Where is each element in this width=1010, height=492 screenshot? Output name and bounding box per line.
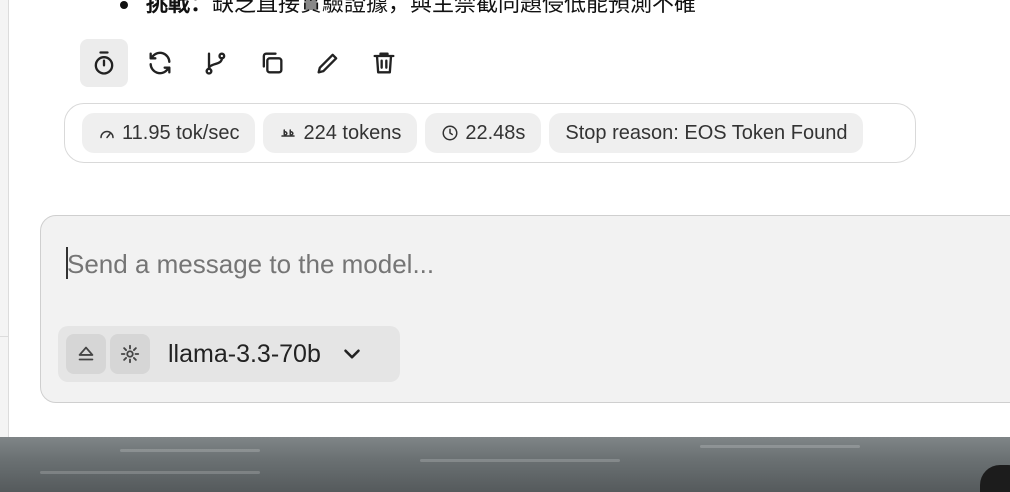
message-composer: llama-3.3-70b: [40, 215, 1010, 403]
chevron-down-icon[interactable]: [339, 341, 365, 367]
gear-icon: [120, 344, 140, 364]
tokens-chip: 224 tokens: [263, 113, 418, 153]
gauge-icon: [100, 130, 114, 139]
speed-value: 11.95 tok/sec: [122, 121, 240, 144]
copy-button[interactable]: [248, 39, 296, 87]
message-bullet: 挑戰：缺乏直接實驗證據，與主禁截同題侵低能預測不確: [120, 0, 696, 18]
stop-reason-value: Stop reason: EOS Token Found: [565, 121, 848, 144]
eject-icon: [78, 346, 94, 361]
background-photo: [0, 437, 1010, 492]
tokens-icon: [281, 129, 296, 137]
delete-icon: [373, 52, 395, 74]
sidebar-edge: [0, 0, 9, 437]
rock-shape: [980, 465, 1010, 492]
model-name[interactable]: llama-3.3-70b: [168, 340, 321, 369]
bullet-dot: [120, 1, 128, 10]
regenerate-icon: [149, 51, 171, 75]
model-settings-button[interactable]: [110, 334, 150, 374]
regenerate-button[interactable]: [136, 39, 184, 87]
delete-button[interactable]: [360, 39, 408, 87]
edit-button[interactable]: [304, 39, 352, 87]
message-input[interactable]: [67, 246, 967, 282]
time-value: 22.48s: [465, 121, 526, 144]
branch-button[interactable]: [192, 39, 240, 87]
timer-button[interactable]: [80, 39, 128, 87]
timer-icon: [94, 51, 114, 75]
edit-icon: [317, 53, 338, 74]
bullet-text: 缺乏直接實驗證據，與主禁截同題侵低能預測不確: [212, 0, 697, 16]
message-actions: [80, 39, 416, 87]
stop-reason-chip: Stop reason: EOS Token Found: [549, 113, 864, 153]
eject-model-button[interactable]: [66, 334, 106, 374]
model-selector-bar: llama-3.3-70b: [58, 326, 400, 382]
time-chip: 22.48s: [425, 113, 542, 153]
clock-icon: [442, 125, 458, 141]
tokens-value: 224 tokens: [303, 121, 402, 144]
copy-icon: [262, 52, 283, 74]
generation-stats: 11.95 tok/sec 224 tokens 22.48s Stop rea…: [64, 103, 916, 163]
bullet-bold: 挑戰：: [146, 0, 213, 16]
branch-icon: [205, 52, 226, 75]
speed-chip: 11.95 tok/sec: [82, 113, 256, 153]
